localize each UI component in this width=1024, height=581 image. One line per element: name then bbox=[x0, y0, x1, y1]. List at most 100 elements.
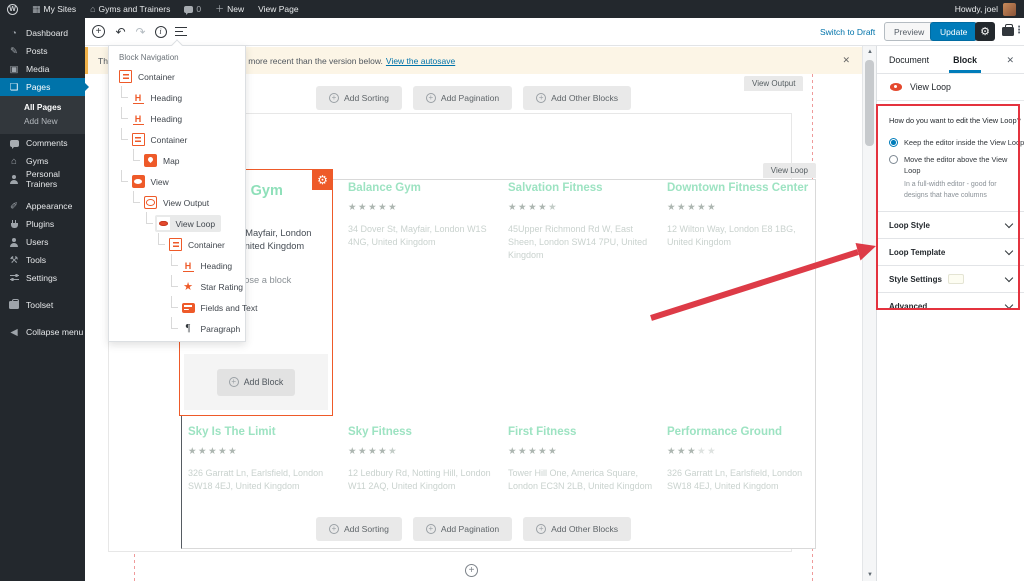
more-tools-button[interactable]: ⋮ bbox=[1014, 25, 1024, 36]
block-nav-item-heading[interactable]: HHeading bbox=[109, 255, 245, 276]
view-autosave-link[interactable]: View the autosave bbox=[386, 56, 455, 66]
sidebar-tabs: Document Block ✕ bbox=[877, 46, 1024, 74]
tab-document[interactable]: Document bbox=[877, 46, 941, 73]
accordion-style-settings[interactable]: Style Settings bbox=[877, 265, 1024, 292]
chevron-down-icon bbox=[1005, 301, 1013, 309]
view-loop-icon bbox=[890, 83, 902, 91]
star-icon: ★ bbox=[378, 202, 388, 213]
container-icon bbox=[169, 238, 182, 251]
wp-logo-menu[interactable]: W bbox=[0, 0, 25, 18]
block-nav-item-heading[interactable]: HHeading bbox=[109, 87, 245, 108]
sidebar-item-label: Gyms bbox=[26, 156, 48, 166]
scroll-up-icon[interactable]: ▲ bbox=[863, 49, 877, 55]
block-navigation-button[interactable] bbox=[172, 23, 189, 40]
content-structure-button[interactable]: i bbox=[152, 23, 169, 40]
add-sorting-button[interactable]: +Add Sorting bbox=[316, 517, 402, 541]
sidebar-item-collapse-menu[interactable]: ◀Collapse menu bbox=[0, 323, 85, 341]
block-nav-item-view[interactable]: View bbox=[109, 171, 245, 192]
star-icon: ★ bbox=[707, 202, 717, 213]
sidebar-item-personal-trainers[interactable]: Personal Trainers bbox=[0, 170, 85, 188]
settings-gear-button[interactable]: ⚙ bbox=[975, 22, 995, 41]
howdy-label[interactable]: Howdy, joel bbox=[955, 4, 998, 14]
my-sites-menu[interactable]: ▦My Sites bbox=[25, 0, 83, 18]
switch-to-draft-link[interactable]: Switch to Draft bbox=[820, 27, 875, 37]
submenu-item-add-new[interactable]: Add New bbox=[0, 114, 85, 128]
radio-option-above[interactable]: Move the editor above the View Loop bbox=[877, 150, 1024, 178]
block-nav-item-fields-and-text[interactable]: Fields and Text bbox=[109, 297, 245, 318]
add-pagination-button[interactable]: +Add Pagination bbox=[413, 517, 512, 541]
sidebar-item-comments[interactable]: Comments bbox=[0, 134, 85, 152]
radio-unselected-icon[interactable] bbox=[889, 155, 898, 164]
block-nav-item-heading[interactable]: HHeading bbox=[109, 108, 245, 129]
sidebar-item-toolset[interactable]: Toolset bbox=[0, 296, 85, 314]
add-other-blocks-button[interactable]: +Add Other Blocks bbox=[523, 86, 631, 110]
redo-button[interactable]: ↷ bbox=[132, 23, 149, 40]
sidebar-item-gyms[interactable]: ⌂Gyms bbox=[0, 152, 85, 170]
paragraph-icon: ¶ bbox=[182, 322, 195, 335]
update-button[interactable]: Update bbox=[930, 22, 977, 41]
add-other-blocks-button[interactable]: +Add Other Blocks bbox=[523, 517, 631, 541]
sidebar-item-tools[interactable]: ⚒Tools bbox=[0, 251, 85, 269]
preview-button[interactable]: Preview bbox=[884, 22, 934, 41]
bottom-block-appender[interactable]: + bbox=[465, 564, 478, 577]
sidebar-item-posts[interactable]: ✎Posts bbox=[0, 42, 85, 60]
sidebar-item-dashboard[interactable]: ◔Dashboard bbox=[0, 24, 85, 42]
accordion-loop-style[interactable]: Loop Style bbox=[877, 211, 1024, 238]
block-settings-badge[interactable]: ⚙ bbox=[312, 169, 333, 190]
comments-menu[interactable]: 0 bbox=[177, 0, 208, 18]
view-page-menu[interactable]: View Page bbox=[251, 0, 305, 18]
accordion-advanced[interactable]: Advanced bbox=[877, 292, 1024, 319]
tree-connector bbox=[121, 107, 128, 119]
block-nav-item-view-output[interactable]: View Output bbox=[109, 192, 245, 213]
block-nav-item-view-loop[interactable]: View Loop bbox=[109, 213, 245, 234]
sidebar-item-pages[interactable]: ❏Pages bbox=[0, 78, 85, 96]
add-block-button[interactable]: + bbox=[90, 23, 107, 40]
close-sidebar-button[interactable]: ✕ bbox=[1006, 55, 1014, 66]
undo-button[interactable]: ↶ bbox=[112, 23, 129, 40]
sidebar-item-users[interactable]: Users bbox=[0, 233, 85, 251]
sidebar-item-appearance[interactable]: ✐Appearance bbox=[0, 197, 85, 215]
accordion-loop-template[interactable]: Loop Template bbox=[877, 238, 1024, 265]
canvas-scrollbar[interactable]: ▲ ▼ bbox=[862, 46, 876, 581]
block-nav-item-star-rating[interactable]: ★Star Rating bbox=[109, 276, 245, 297]
admin-sidebar: ◔Dashboard✎Posts▣Media❏Pages All PagesAdd… bbox=[0, 18, 85, 581]
star-icon: ★ bbox=[358, 202, 368, 213]
block-nav-item-container[interactable]: Container bbox=[109, 129, 245, 150]
view-loop-tab[interactable]: View Loop bbox=[763, 163, 816, 178]
view-loop-container[interactable]: View Loop ⚙ Balance Gym ★★★★★ 34 Dover S… bbox=[181, 179, 816, 549]
block-nav-item-label: Fields and Text bbox=[201, 303, 258, 313]
add-button-label: Add Pagination bbox=[441, 524, 499, 534]
dismiss-notice-button[interactable]: ✕ bbox=[842, 55, 850, 66]
block-nav-item-paragraph[interactable]: ¶Paragraph bbox=[109, 318, 245, 339]
block-nav-item-container[interactable]: Container bbox=[109, 66, 245, 87]
tab-block[interactable]: Block bbox=[941, 46, 989, 73]
add-blocks-row-bottom: +Add Sorting +Add Pagination +Add Other Bl… bbox=[85, 517, 862, 541]
block-nav-item-label: View Output bbox=[163, 198, 209, 208]
site-name-menu[interactable]: ⌂Gyms and Trainers bbox=[83, 0, 177, 18]
radio-option-inside[interactable]: Keep the editor inside the View Loop bbox=[877, 133, 1024, 150]
settings-icon bbox=[8, 272, 20, 284]
plugins-icon bbox=[8, 218, 20, 230]
my-sites-label: My Sites bbox=[44, 4, 77, 14]
radio-selected-icon[interactable] bbox=[889, 138, 898, 147]
block-nav-item-container[interactable]: Container bbox=[109, 234, 245, 255]
block-nav-item-map[interactable]: Map bbox=[109, 150, 245, 171]
new-content-menu[interactable]: ＋New bbox=[208, 0, 251, 18]
add-sorting-button[interactable]: +Add Sorting bbox=[316, 86, 402, 110]
gym-preview-card: Balance Gym★★★★★34 Dover St, Mayfair, Lo… bbox=[348, 182, 500, 249]
plus-icon: ＋ bbox=[215, 5, 224, 14]
add-block-button-inline[interactable]: + Add Block bbox=[217, 369, 296, 396]
sidebar-item-label: Users bbox=[26, 237, 48, 247]
home-icon: ⌂ bbox=[90, 5, 95, 14]
sidebar-item-plugins[interactable]: Plugins bbox=[0, 215, 85, 233]
scrollbar-thumb[interactable] bbox=[865, 60, 874, 146]
sidebar-item-media[interactable]: ▣Media bbox=[0, 60, 85, 78]
gym-address: Tower Hill One, America Square, London E… bbox=[508, 467, 660, 493]
add-pagination-button[interactable]: +Add Pagination bbox=[413, 86, 512, 110]
gym-preview-card: Sky Is The Limit★★★★★326 Garratt Ln, Ear… bbox=[188, 426, 340, 493]
scroll-down-icon[interactable]: ▼ bbox=[863, 572, 877, 578]
sidebar-item-settings[interactable]: Settings bbox=[0, 269, 85, 287]
sidebar-item-label: Appearance bbox=[26, 201, 72, 211]
user-avatar[interactable] bbox=[1003, 3, 1016, 16]
submenu-item-all-pages[interactable]: All Pages bbox=[0, 100, 85, 114]
